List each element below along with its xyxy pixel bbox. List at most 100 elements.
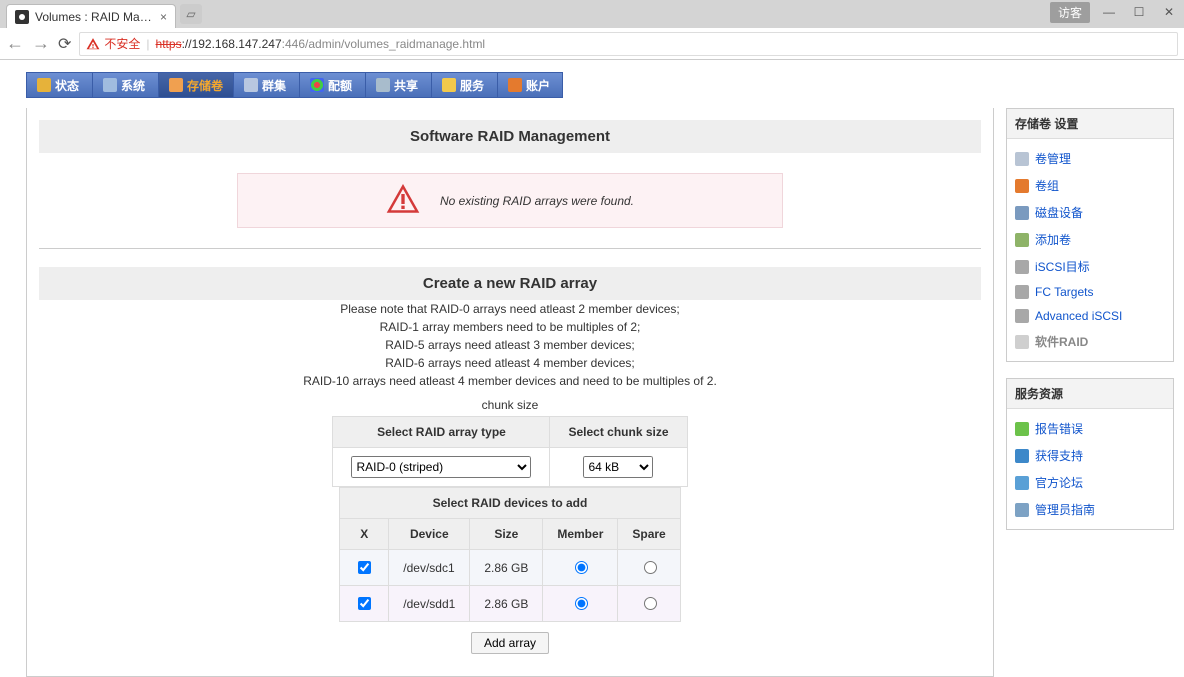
chunk-size-header: Select chunk size — [550, 417, 687, 448]
table-row: /dev/sdd1 2.86 GB — [340, 586, 680, 622]
device-table: Select RAID devices to add X Device Size… — [339, 487, 680, 622]
add-array-button[interactable]: Add array — [471, 632, 549, 654]
device-row-checkbox[interactable] — [358, 597, 371, 610]
forum-icon — [1015, 476, 1029, 490]
raid-requirements-note: Please note that RAID-0 arrays need atle… — [39, 300, 981, 390]
forward-button[interactable]: → — [32, 33, 50, 54]
add-icon — [1015, 233, 1029, 247]
sidebar-item-get-support[interactable]: 获得支持 — [1007, 442, 1173, 469]
create-array-title: Create a new RAID array — [39, 267, 981, 300]
alert-text: No existing RAID arrays were found. — [440, 194, 634, 208]
col-size: Size — [470, 519, 543, 550]
minimize-button[interactable]: — — [1094, 0, 1124, 24]
sidebar-item-vol-group[interactable]: 卷组 — [1007, 172, 1173, 199]
sidebar-item-vol-manage[interactable]: 卷管理 — [1007, 145, 1173, 172]
group-icon — [1015, 179, 1029, 193]
maximize-button[interactable]: ☐ — [1124, 0, 1154, 24]
sidebar-item-add-volume[interactable]: 添加卷 — [1007, 226, 1173, 253]
close-tab-icon[interactable]: × — [160, 10, 167, 24]
volumes-settings-box: 存储卷 设置 卷管理 卷组 磁盘设备 添加卷 iSCSI目标 FC Target… — [1006, 108, 1174, 362]
nav-cluster[interactable]: 群集 — [233, 72, 299, 98]
insecure-indicator: 不安全 — [86, 35, 140, 52]
page-title: Software RAID Management — [39, 120, 981, 153]
url-bar[interactable]: 不安全 | https://192.168.147.247:446/admin/… — [79, 32, 1178, 56]
spare-radio[interactable] — [644, 597, 657, 610]
hdd-icon — [1015, 206, 1029, 220]
raid-type-select[interactable]: RAID-0 (striped) — [351, 456, 531, 478]
sidebar-item-advanced-iscsi[interactable]: Advanced iSCSI — [1007, 304, 1173, 328]
nav-quota[interactable]: 配额 — [299, 72, 365, 98]
devices-header: Select RAID devices to add — [340, 488, 680, 519]
tab-title: Volumes : RAID Manag — [35, 10, 154, 24]
raid-type-header: Select RAID array type — [333, 417, 550, 448]
sidebar-item-admin-guide[interactable]: 管理员指南 — [1007, 496, 1173, 523]
raid-config-table: Select RAID array type Select chunk size… — [332, 416, 687, 487]
raid-icon — [1015, 335, 1029, 349]
col-member: Member — [543, 519, 618, 550]
main-content: Software RAID Management No existing RAI… — [26, 108, 994, 677]
adv-iscsi-icon — [1015, 309, 1029, 323]
target-icon — [1015, 260, 1029, 274]
sidebar-item-forum[interactable]: 官方论坛 — [1007, 469, 1173, 496]
device-path: /dev/sdd1 — [389, 586, 470, 622]
tab-bar: Volumes : RAID Manag × ▱ 访客 — ☐ ✕ — [0, 0, 1184, 28]
table-row: /dev/sdc1 2.86 GB — [340, 550, 680, 586]
nav-system[interactable]: 系统 — [92, 72, 158, 98]
nav-status[interactable]: 状态 — [26, 72, 92, 98]
device-size: 2.86 GB — [470, 586, 543, 622]
browser-chrome: Volumes : RAID Manag × ▱ 访客 — ☐ ✕ ← → ⟳ … — [0, 0, 1184, 60]
sidebar-item-report-bug[interactable]: 报告错误 — [1007, 415, 1173, 442]
browser-tab[interactable]: Volumes : RAID Manag × — [6, 4, 176, 28]
sidebar-item-disk-devices[interactable]: 磁盘设备 — [1007, 199, 1173, 226]
sidebar: 存储卷 设置 卷管理 卷组 磁盘设备 添加卷 iSCSI目标 FC Target… — [1006, 108, 1174, 677]
visitor-badge: 访客 — [1050, 2, 1090, 23]
cluster-icon — [244, 78, 258, 92]
alert-no-arrays: No existing RAID arrays were found. — [237, 173, 783, 228]
col-device: Device — [389, 519, 470, 550]
nav-service[interactable]: 服务 — [431, 72, 497, 98]
sidebar-item-fc-targets[interactable]: FC Targets — [1007, 280, 1173, 304]
guide-icon — [1015, 503, 1029, 517]
chunk-size-label: chunk size — [39, 398, 981, 412]
spare-radio[interactable] — [644, 561, 657, 574]
device-path: /dev/sdc1 — [389, 550, 470, 586]
warning-triangle-icon — [86, 37, 100, 51]
fc-icon — [1015, 285, 1029, 299]
reload-button[interactable]: ⟳ — [58, 34, 71, 54]
service-resources-box: 服务资源 报告错误 获得支持 官方论坛 管理员指南 — [1006, 378, 1174, 530]
account-icon — [508, 78, 522, 92]
service-icon — [442, 78, 456, 92]
disk-icon — [1015, 152, 1029, 166]
col-select: X — [340, 519, 389, 550]
bug-icon — [1015, 422, 1029, 436]
insecure-label: 不安全 — [104, 35, 140, 52]
support-icon — [1015, 449, 1029, 463]
sidebar-item-software-raid[interactable]: 软件RAID — [1007, 328, 1173, 355]
warning-triangle-icon — [386, 184, 420, 217]
window-controls: 访客 — ☐ ✕ — [1050, 0, 1184, 24]
member-radio[interactable] — [575, 561, 588, 574]
system-icon — [103, 78, 117, 92]
volumes-settings-title: 存储卷 设置 — [1007, 109, 1173, 139]
member-radio[interactable] — [575, 597, 588, 610]
back-button[interactable]: ← — [6, 33, 24, 54]
nav-volumes[interactable]: 存储卷 — [158, 72, 233, 98]
top-nav: 状态 系统 存储卷 群集 配额 共享 服务 账户 — [26, 72, 1184, 98]
volume-icon — [169, 78, 183, 92]
device-row-checkbox[interactable] — [358, 561, 371, 574]
service-resources-title: 服务资源 — [1007, 379, 1173, 409]
new-tab-button[interactable]: ▱ — [180, 4, 202, 24]
close-window-button[interactable]: ✕ — [1154, 0, 1184, 24]
col-spare: Spare — [618, 519, 680, 550]
nav-account[interactable]: 账户 — [497, 72, 563, 98]
address-bar: ← → ⟳ 不安全 | https://192.168.147.247:446/… — [0, 28, 1184, 60]
device-size: 2.86 GB — [470, 550, 543, 586]
status-icon — [37, 78, 51, 92]
chunk-size-select[interactable]: 64 kB — [583, 456, 653, 478]
quota-icon — [310, 78, 324, 92]
url-text: https://192.168.147.247:446/admin/volume… — [156, 37, 486, 51]
sidebar-item-iscsi-target[interactable]: iSCSI目标 — [1007, 253, 1173, 280]
favicon-icon — [15, 10, 29, 24]
share-icon — [376, 78, 390, 92]
nav-share[interactable]: 共享 — [365, 72, 431, 98]
